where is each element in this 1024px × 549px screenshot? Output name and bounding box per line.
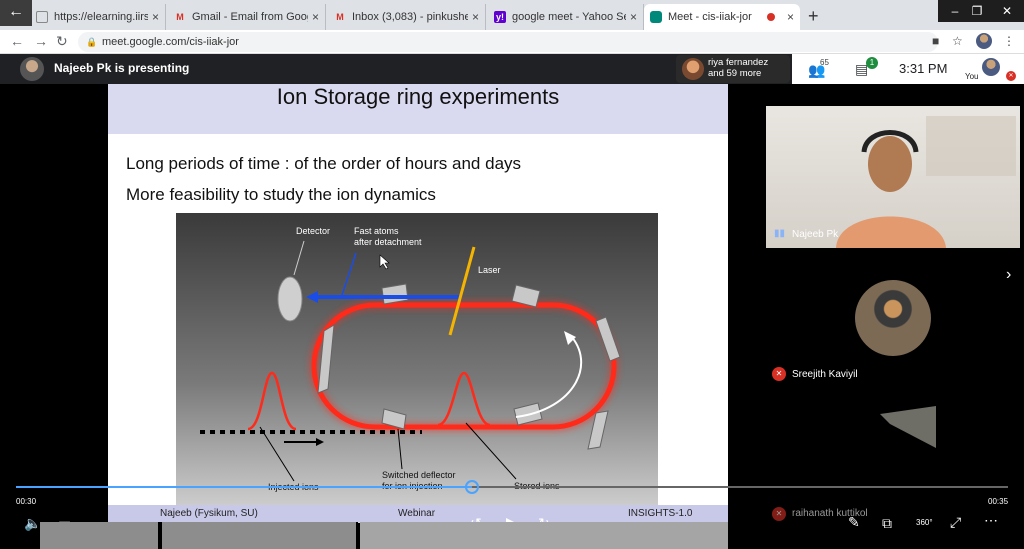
close-icon[interactable]: × xyxy=(152,10,159,24)
participant-name: Sreejith Kaviyil xyxy=(792,369,858,380)
fast-atoms-label: after detachment xyxy=(354,237,422,247)
meet-icon xyxy=(650,11,662,23)
address-bar: ← → ↻ 🔒 meet.google.com/cis-iiak-jor ■ ☆… xyxy=(0,30,1024,54)
tab-strip: ← https://elearning.iirs.gov.in × M Gmai… xyxy=(0,0,1024,30)
close-icon[interactable]: × xyxy=(787,10,794,24)
participant-name: Najeeb Pk xyxy=(792,229,839,240)
back-arrow-icon[interactable]: ← xyxy=(0,0,32,26)
tab-inbox[interactable]: M Inbox (3,083) - pinkushere@gma × xyxy=(328,4,486,30)
footer-event: Webinar xyxy=(398,508,436,519)
reload-icon[interactable]: ↻ xyxy=(56,33,68,50)
close-icon[interactable]: × xyxy=(630,10,637,24)
window-close-button[interactable]: ✕ xyxy=(990,0,1024,22)
filmstrip-thumb[interactable] xyxy=(360,522,730,549)
forward-icon[interactable]: → xyxy=(34,33,48,49)
presentation-slide: Ion Storage ring experiments Long period… xyxy=(108,84,728,523)
participants-summary: riya fernandez and 59 more xyxy=(708,57,768,79)
gmail-icon: M xyxy=(336,12,344,22)
more-options-icon[interactable]: ⋯ xyxy=(984,512,998,529)
storage-ring-diagram: Detector Fast atoms after detachment Las… xyxy=(176,213,658,523)
page-icon xyxy=(36,11,48,23)
url-field[interactable]: 🔒 meet.google.com/cis-iiak-jor xyxy=(78,32,938,52)
mic-off-icon: ✕ xyxy=(772,367,786,381)
detector-label: Detector xyxy=(296,226,330,236)
screen: ← https://elearning.iirs.gov.in × M Gmai… xyxy=(0,0,1024,549)
mic-off-icon: ✕ xyxy=(772,507,786,521)
volume-icon[interactable]: 🔈 xyxy=(24,515,41,532)
close-icon[interactable]: × xyxy=(472,10,479,24)
seek-bar[interactable] xyxy=(16,486,1008,488)
tab-elearning[interactable]: https://elearning.iirs.gov.in × xyxy=(30,4,166,30)
slide-bullet: Long periods of time : of the order of h… xyxy=(126,154,522,173)
360-icon[interactable]: 360° xyxy=(916,518,933,527)
current-time: 00:30 xyxy=(16,497,37,506)
footer-author: Najeeb (Fysikum, SU) xyxy=(160,508,258,519)
webcam-video xyxy=(836,116,1016,248)
tab-gmail[interactable]: M Gmail - Email from Google × xyxy=(168,4,326,30)
tab-title: Gmail - Email from Google xyxy=(192,11,308,23)
chevron-right-icon[interactable]: › xyxy=(1006,266,1011,284)
speaking-icon: ▮▮ xyxy=(774,228,786,239)
avatar xyxy=(682,58,704,80)
footer-series: INSIGHTS-1.0 xyxy=(628,508,693,519)
filmstrip-thumb[interactable] xyxy=(162,522,358,549)
participant-tile-dark[interactable] xyxy=(850,388,936,514)
avatar xyxy=(20,57,44,81)
laser-label: Laser xyxy=(478,265,501,275)
avatar[interactable] xyxy=(982,58,1000,76)
tab-yahoo[interactable]: y! google meet - Yahoo Search Resu × xyxy=(488,4,644,30)
new-tab-button[interactable]: + xyxy=(808,6,819,27)
camera-icon[interactable]: ■ xyxy=(932,34,939,48)
detector-disc xyxy=(277,276,303,322)
lock-icon: 🔒 xyxy=(86,37,98,47)
seek-progress xyxy=(16,486,473,488)
avatar[interactable] xyxy=(855,280,931,356)
back-icon[interactable]: ← xyxy=(10,33,24,49)
maximize-button[interactable]: ❐ xyxy=(960,0,994,22)
participants-name: riya fernandez xyxy=(708,57,769,68)
bookmark-star-icon[interactable]: ☆ xyxy=(952,34,963,48)
you-label: You xyxy=(965,72,979,81)
presenting-label: Najeeb Pk is presenting xyxy=(54,61,190,75)
participant-tile-main[interactable] xyxy=(766,106,1020,248)
url-text: meet.google.com/cis-iiak-jor xyxy=(102,36,239,48)
tab-title: Meet - cis-iiak-jor xyxy=(668,11,752,23)
pen-icon[interactable]: ✎ xyxy=(848,514,860,531)
fullscreen-icon[interactable]: ⤢ xyxy=(950,514,961,531)
recording-icon xyxy=(766,13,775,21)
fast-atoms-label: Fast atoms xyxy=(354,226,399,236)
filmstrip xyxy=(40,522,730,549)
participants-more: and 59 more xyxy=(708,68,762,79)
mic-off-icon: ✕ xyxy=(1006,71,1016,81)
slide-footer: Najeeb (Fysikum, SU) Webinar INSIGHTS-1.… xyxy=(108,505,728,522)
picture-in-picture-icon[interactable]: ⧉ xyxy=(882,515,892,532)
duration-time: 00:35 xyxy=(988,497,1009,506)
slide-title: Ion Storage ring experiments xyxy=(276,84,560,109)
slide-bullet: More feasibility to study the ion dynami… xyxy=(126,185,436,204)
yahoo-icon: y! xyxy=(494,11,506,23)
tab-meet[interactable]: Meet - cis-iiak-jor × xyxy=(644,4,800,30)
webcam-video xyxy=(880,406,936,448)
tab-title: https://elearning.iirs.gov.in xyxy=(54,11,148,23)
filmstrip-thumb[interactable] xyxy=(40,522,160,549)
gmail-icon: M xyxy=(176,12,184,22)
tab-title: Inbox (3,083) - pinkushere@gma xyxy=(352,11,468,23)
chat-badge: 1 xyxy=(866,57,878,69)
close-icon[interactable]: × xyxy=(312,10,319,24)
tab-title: google meet - Yahoo Search Resu xyxy=(512,11,626,23)
clock: 3:31 PM xyxy=(899,61,948,76)
profile-avatar[interactable] xyxy=(976,33,992,49)
people-count: 65 xyxy=(820,58,829,67)
menu-icon[interactable]: ⋮ xyxy=(1003,34,1015,48)
deflector-label: Switched deflector xyxy=(382,470,456,480)
